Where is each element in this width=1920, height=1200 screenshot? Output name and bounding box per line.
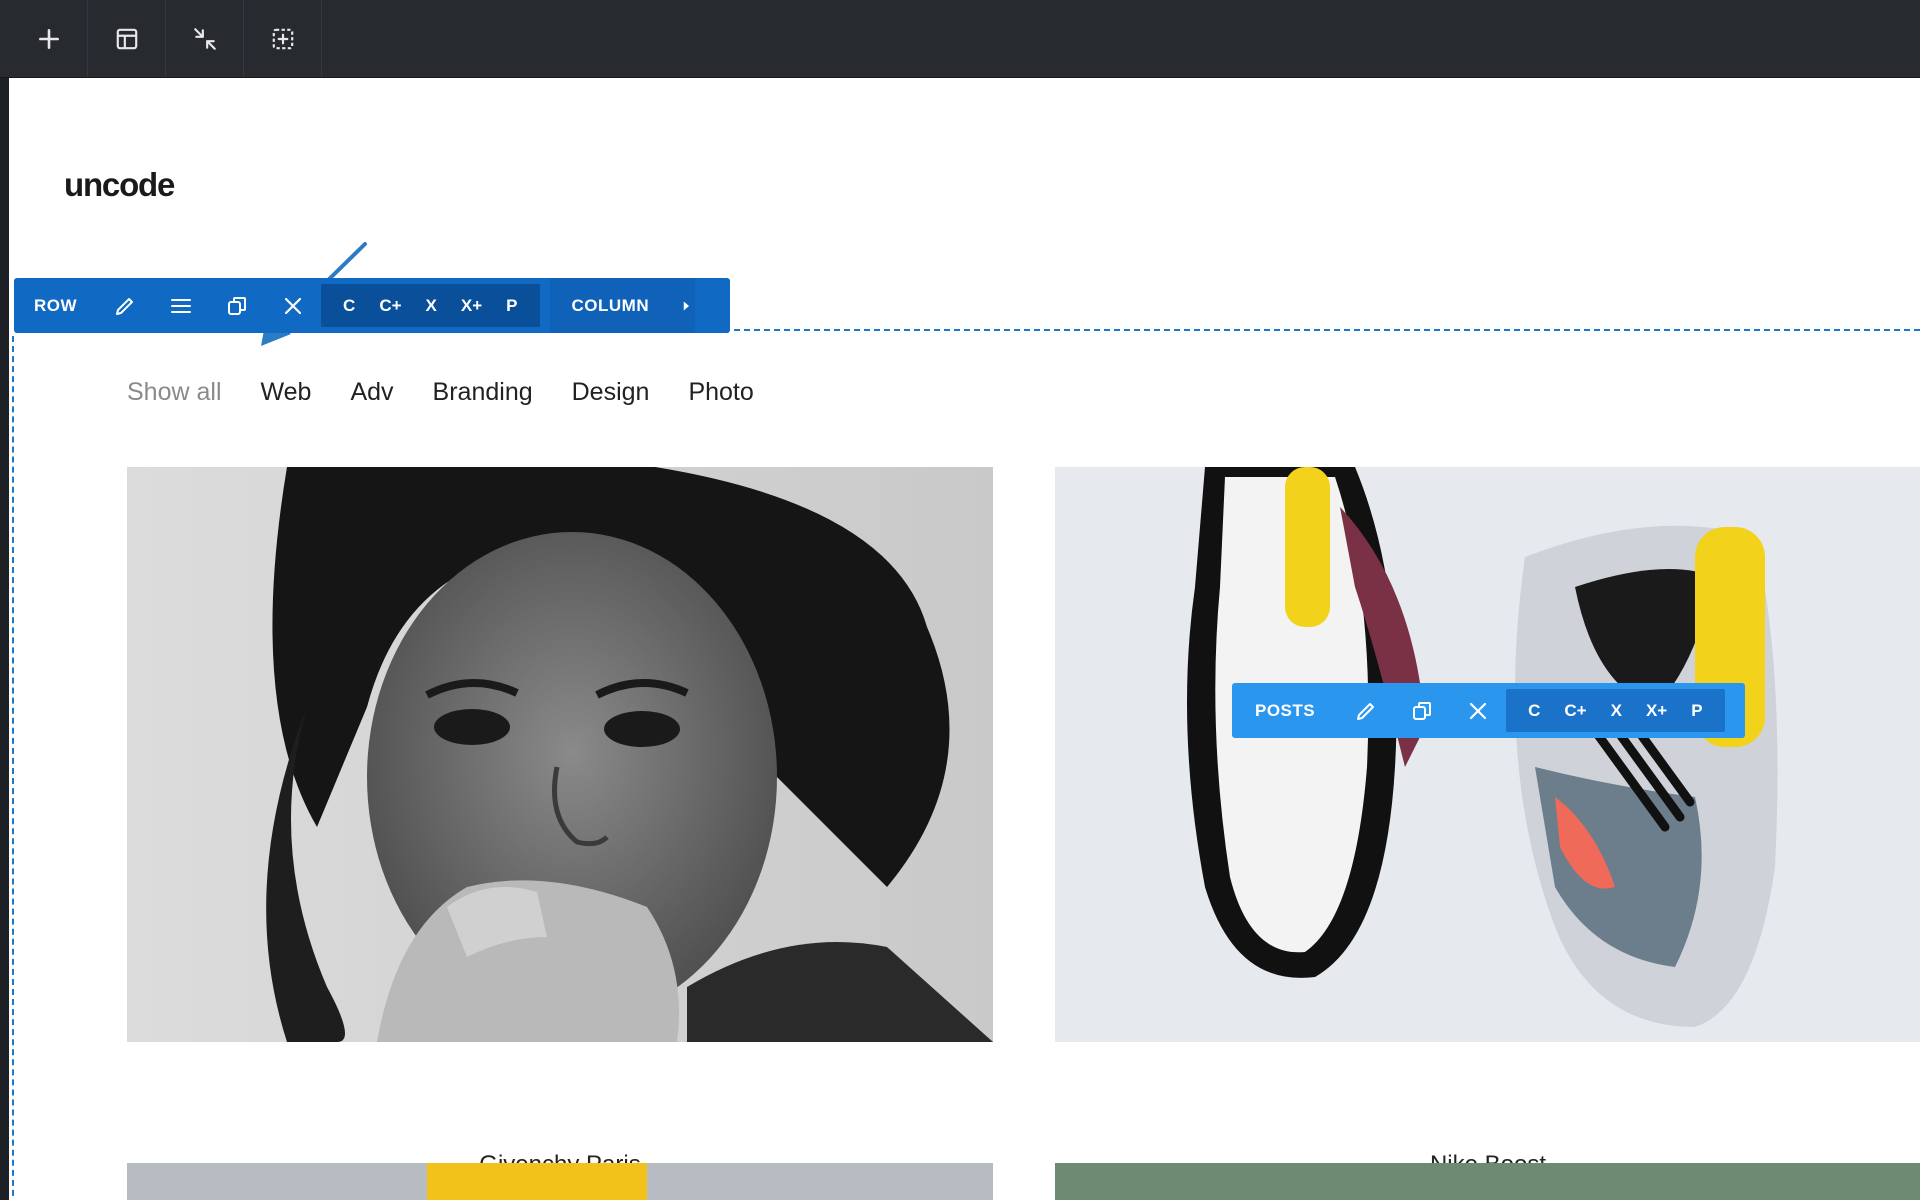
filter-design[interactable]: Design — [572, 378, 650, 407]
posts-label-wrap[interactable]: POSTS — [1232, 701, 1338, 721]
paste-shortcut[interactable]: P — [1679, 701, 1714, 721]
posts-edit-button[interactable] — [1338, 683, 1394, 738]
collapse-button[interactable] — [166, 0, 244, 77]
editor-topbar — [0, 0, 1920, 78]
cut-shortcut[interactable]: X — [414, 296, 449, 316]
row-menu-button[interactable] — [153, 278, 209, 333]
posts-delete-button[interactable] — [1450, 683, 1506, 738]
site-logo[interactable]: uncode — [64, 166, 175, 204]
filter-branding[interactable]: Branding — [433, 378, 533, 407]
close-icon — [284, 297, 302, 314]
portfolio-image-givenchy[interactable] — [127, 467, 993, 1042]
portfolio-image-next-1[interactable] — [127, 1163, 993, 1200]
row-label: ROW — [34, 295, 78, 315]
templates-button[interactable] — [88, 0, 166, 77]
layout-template-icon — [116, 28, 137, 49]
paste-shortcut[interactable]: P — [494, 296, 529, 316]
row-outline — [724, 329, 1920, 331]
portfolio-filters: Show all Web Adv Branding Design Photo — [127, 378, 754, 407]
page-canvas: uncode ROW C C+ X X+ P COLUMN Show all W… — [9, 78, 1920, 1200]
column-label: COLUMN — [571, 295, 650, 315]
row-shortcuts: C C+ X X+ P — [321, 284, 540, 327]
posts-label: POSTS — [1255, 700, 1316, 720]
portrait-photo — [127, 467, 993, 1042]
column-toolbar-button[interactable]: COLUMN — [549, 278, 696, 333]
duplicate-icon — [1413, 701, 1432, 720]
filter-web[interactable]: Web — [261, 378, 312, 407]
chevron-right-icon — [683, 301, 690, 310]
row-label-wrap[interactable]: ROW — [14, 296, 97, 316]
cut-plus-shortcut[interactable]: X+ — [449, 296, 494, 316]
yellow-jacket-shape — [427, 1163, 647, 1200]
close-icon — [1470, 702, 1487, 719]
row-edit-button[interactable] — [97, 278, 153, 333]
row-delete-button[interactable] — [265, 278, 321, 333]
collapse-arrows-icon — [193, 27, 216, 50]
cut-shortcut[interactable]: X — [1599, 701, 1634, 721]
row-toolbar: ROW C C+ X X+ P COLUMN — [14, 278, 730, 333]
add-button[interactable] — [10, 0, 88, 77]
edit-icon — [1357, 702, 1375, 720]
copy-shortcut[interactable]: C — [1516, 701, 1552, 721]
posts-duplicate-button[interactable] — [1394, 683, 1450, 738]
copy-plus-shortcut[interactable]: C+ — [367, 296, 413, 316]
menu-icon — [171, 298, 192, 313]
edit-icon — [116, 297, 134, 315]
cut-plus-shortcut[interactable]: X+ — [1634, 701, 1679, 721]
add-element-icon — [272, 28, 293, 49]
posts-shortcuts: C C+ X X+ P — [1506, 689, 1725, 732]
add-element-button[interactable] — [244, 0, 322, 77]
copy-plus-shortcut[interactable]: C+ — [1552, 701, 1598, 721]
posts-toolbar: POSTS C C+ X X+ P — [1232, 683, 1745, 738]
duplicate-icon — [228, 296, 247, 315]
row-outline-left — [12, 336, 14, 1200]
copy-shortcut[interactable]: C — [331, 296, 367, 316]
filter-show-all[interactable]: Show all — [127, 378, 222, 407]
sneakers-photo — [1055, 467, 1920, 1042]
filter-adv[interactable]: Adv — [350, 378, 393, 407]
row-duplicate-button[interactable] — [209, 278, 265, 333]
portfolio-image-nike[interactable] — [1055, 467, 1920, 1042]
portfolio-image-next-2[interactable] — [1055, 1163, 1920, 1200]
plus-icon — [38, 28, 59, 49]
filter-photo[interactable]: Photo — [688, 378, 753, 407]
